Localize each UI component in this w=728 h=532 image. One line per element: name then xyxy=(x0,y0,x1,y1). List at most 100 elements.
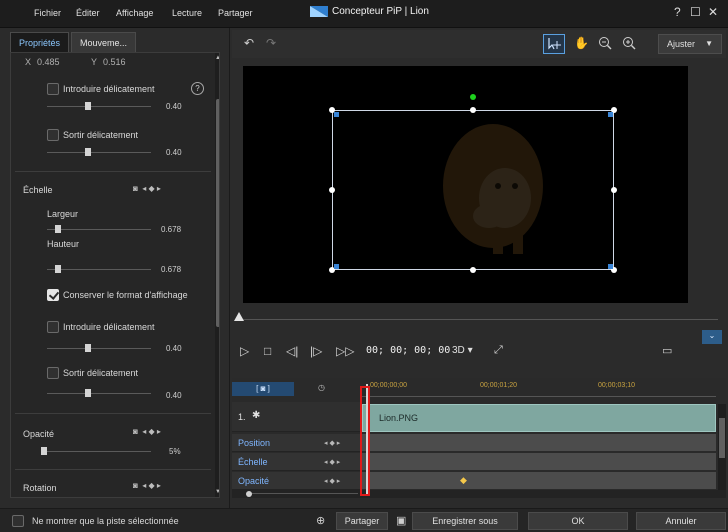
resize-handle-bottom[interactable] xyxy=(470,267,476,273)
pip-selection-box[interactable] xyxy=(332,110,614,270)
tab-proprietes[interactable]: Propriétés xyxy=(10,32,70,52)
fade-out-slider-thumb[interactable] xyxy=(85,148,91,156)
scale-fade-out-slider[interactable] xyxy=(47,393,151,394)
ruler-time-1: 00;00;01;20 xyxy=(480,382,517,389)
scrollbar-thumb[interactable] xyxy=(719,418,725,458)
track-row-opacity[interactable]: Opacité ◂ ◆ ▸ xyxy=(232,472,360,490)
screen-monitor-icon[interactable]: ▭ xyxy=(662,344,672,357)
seek-track[interactable] xyxy=(240,319,718,320)
scroll-up-icon[interactable]: ▲ xyxy=(215,55,219,61)
zoom-slider-track[interactable] xyxy=(248,493,358,494)
clip-name: Lion.PNG xyxy=(379,413,419,423)
resize-handle-top[interactable] xyxy=(470,107,476,113)
track-row-position[interactable]: Position ◂ ◆ ▸ xyxy=(232,434,360,452)
maximize-button[interactable]: ☐ xyxy=(690,5,701,19)
globe-share-icon[interactable]: ⊕ xyxy=(316,514,325,527)
save-as-button[interactable]: Enregistrer sous xyxy=(412,512,518,530)
timeline-vscroll[interactable] xyxy=(718,404,726,490)
undo-icon[interactable]: ↶ xyxy=(244,36,254,50)
y-value[interactable]: 0.516 xyxy=(103,57,126,67)
zoom-fit-dropdown[interactable]: Ajuster ▼ xyxy=(658,34,722,54)
track-view-button[interactable]: [ ◙ ] xyxy=(232,382,294,396)
timeline-ruler[interactable] xyxy=(362,396,716,397)
play-icon[interactable]: ▷ xyxy=(240,344,249,358)
keyframe-lane-position[interactable] xyxy=(362,434,716,452)
timecode-display[interactable]: 00; 00; 00; 00 xyxy=(366,345,450,356)
stop-icon[interactable]: □ xyxy=(264,344,271,358)
close-button[interactable]: ✕ xyxy=(708,5,718,19)
timeline-hscroll[interactable] xyxy=(232,490,726,498)
properties-scrollbar[interactable]: ▲ ▼ xyxy=(215,53,219,497)
opacity-slider-thumb[interactable] xyxy=(41,447,47,455)
scroll-down-icon[interactable]: ▼ xyxy=(215,489,219,495)
save-disk-icon[interactable]: ▣ xyxy=(396,514,406,527)
keyframe-diamond-icon[interactable]: ◆ xyxy=(460,475,467,486)
width-slider[interactable] xyxy=(47,229,151,230)
select-move-tool-button[interactable] xyxy=(543,34,565,54)
x-value[interactable]: 0.485 xyxy=(37,57,60,67)
clock-icon[interactable]: ◷ xyxy=(318,383,325,392)
keyframe-lane-scale[interactable] xyxy=(362,453,716,471)
menu-fichier[interactable]: Fichier xyxy=(34,8,61,18)
width-slider-thumb[interactable] xyxy=(55,225,61,233)
keep-ratio-label: Conserver le format d'affichage xyxy=(63,290,188,300)
scale-fade-out-label: Sortir délicatement xyxy=(63,368,139,378)
fade-in-slider[interactable] xyxy=(47,106,151,107)
seek-marker-icon[interactable] xyxy=(234,312,244,321)
keyframe-nav-icon[interactable]: ◂ ◆ ▸ xyxy=(324,439,340,447)
opacity-keyframe-controls[interactable]: ◙ ◂ ◆ ▸ xyxy=(133,427,161,436)
opacity-slider[interactable] xyxy=(41,451,151,452)
height-label: Hauteur xyxy=(47,239,80,249)
show-selected-track-checkbox[interactable] xyxy=(12,515,24,527)
previous-frame-icon[interactable]: ◁| xyxy=(286,344,298,358)
height-slider[interactable] xyxy=(47,269,151,270)
clip-lion[interactable]: Lion.PNG xyxy=(362,404,716,432)
scale-keyframe-controls[interactable]: ◙ ◂ ◆ ▸ xyxy=(133,184,161,193)
fade-out-checkbox[interactable] xyxy=(47,129,59,141)
height-slider-thumb[interactable] xyxy=(55,265,61,273)
help-circle-icon[interactable]: ? xyxy=(191,82,204,95)
keyframe-nav-icon[interactable]: ◂ ◆ ▸ xyxy=(324,477,340,485)
zoom-slider-thumb[interactable] xyxy=(246,491,252,497)
menu-lecture[interactable]: Lecture xyxy=(172,8,202,18)
tab-mouvement[interactable]: Mouveme... xyxy=(71,32,137,52)
scale-fade-in-checkbox[interactable] xyxy=(47,321,59,333)
scale-fade-in-thumb[interactable] xyxy=(85,344,91,352)
fade-in-slider-thumb[interactable] xyxy=(85,102,91,110)
fade-in-checkbox[interactable] xyxy=(47,83,59,95)
help-button[interactable]: ? xyxy=(674,5,681,19)
next-frame-icon[interactable]: |▷ xyxy=(310,344,322,358)
keyframe-lane-opacity[interactable]: ◆ xyxy=(362,472,716,490)
ok-button[interactable]: OK xyxy=(528,512,628,530)
collapse-chevron-icon[interactable]: ⌄ xyxy=(702,330,722,344)
fullscreen-icon[interactable]: ⤢ xyxy=(494,344,503,357)
resize-handle-right[interactable] xyxy=(611,187,617,193)
keyframe-nav-icon[interactable]: ◂ ◆ ▸ xyxy=(324,458,340,466)
rotation-keyframe-controls[interactable]: ◙ ◂ ◆ ▸ xyxy=(133,481,161,490)
menu-partager[interactable]: Partager xyxy=(218,8,253,18)
fast-forward-icon[interactable]: ▷▷ xyxy=(336,344,354,358)
rotate-handle[interactable] xyxy=(470,94,476,100)
menu-affichage[interactable]: Affichage xyxy=(116,8,153,18)
menu-editer[interactable]: Éditer xyxy=(76,8,100,18)
cancel-button[interactable]: Annuler xyxy=(636,512,726,530)
keep-ratio-checkbox[interactable] xyxy=(47,289,59,301)
zoom-in-icon[interactable] xyxy=(622,36,636,53)
divider xyxy=(15,171,211,172)
scrollbar-thumb[interactable] xyxy=(216,99,219,327)
ruler-time-2: 00;00;03;10 xyxy=(598,382,635,389)
hand-pan-icon[interactable]: ✋ xyxy=(574,36,589,50)
seek-bar[interactable] xyxy=(232,310,726,326)
scale-fade-in-slider[interactable] xyxy=(47,348,151,349)
redo-icon[interactable]: ↷ xyxy=(266,36,276,50)
track-header-row[interactable]: 1. ✱ xyxy=(232,402,360,432)
zoom-out-icon[interactable] xyxy=(598,36,612,53)
3d-toggle[interactable]: 3D ▾ xyxy=(452,345,473,356)
fade-out-slider[interactable] xyxy=(47,152,151,153)
scale-fade-out-thumb[interactable] xyxy=(85,389,91,397)
resize-handle-left[interactable] xyxy=(329,187,335,193)
preview-canvas[interactable] xyxy=(243,66,688,303)
share-button[interactable]: Partager xyxy=(336,512,388,530)
scale-fade-out-checkbox[interactable] xyxy=(47,367,59,379)
track-row-scale[interactable]: Échelle ◂ ◆ ▸ xyxy=(232,453,360,471)
